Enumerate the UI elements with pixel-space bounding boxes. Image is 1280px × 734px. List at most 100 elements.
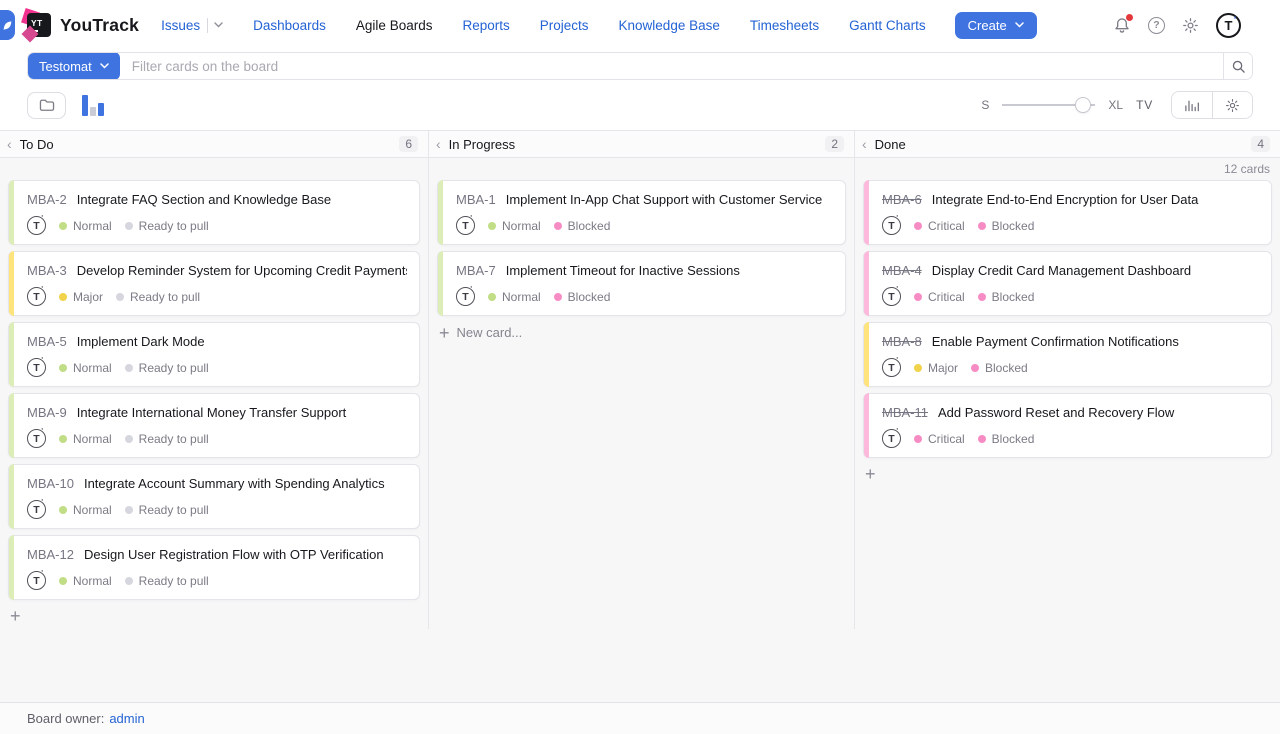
assignee-avatar: T [882,429,901,448]
board-card[interactable]: MBA-1 Implement In-App Chat Support with… [437,180,846,245]
tv-mode-button[interactable]: TV [1136,98,1153,112]
settings-button[interactable] [1182,17,1199,34]
board-footer: Board owner: admin [0,702,1280,734]
nav-item-reports[interactable]: Reports [462,18,509,33]
card-id[interactable]: MBA-4 [882,263,922,278]
nav-item-dashboards[interactable]: Dashboards [253,18,326,33]
new-card-button[interactable]: + [10,609,28,623]
filter-field[interactable]: Testomat [27,52,1253,80]
state-dot [554,293,562,301]
board-settings-button[interactable] [1212,92,1252,118]
nav-item-issues[interactable]: Issues [161,18,200,33]
state-field[interactable]: Ready to pull [116,290,200,304]
board-card[interactable]: MBA-8 Enable Payment Confirmation Notifi… [863,322,1272,387]
state-field[interactable]: Ready to pull [125,219,209,233]
card-title: Integrate Account Summary with Spending … [84,476,385,491]
board-selector-button[interactable]: Testomat [28,52,120,80]
state-field[interactable]: Blocked [554,290,611,304]
card-id[interactable]: MBA-11 [882,405,928,420]
new-card-button[interactable]: + [865,467,883,481]
gear-icon [1225,98,1240,113]
board-card[interactable]: MBA-6 Integrate End-to-End Encryption fo… [863,180,1272,245]
priority-field[interactable]: Normal [59,432,112,446]
assignee-avatar: T [882,358,901,377]
nav-right-controls: ? T [1113,13,1280,38]
priority-field[interactable]: Normal [59,503,112,517]
youtrack-app: YT YouTrack Issues Dashboards Agile Boar… [0,0,1280,734]
card-id[interactable]: MBA-3 [27,263,67,278]
state-field[interactable]: Blocked [978,290,1035,304]
board-card[interactable]: MBA-9 Integrate International Money Tran… [8,393,420,458]
nav-item-knowledge-base[interactable]: Knowledge Base [619,18,720,33]
board-card[interactable]: MBA-7 Implement Timeout for Inactive Ses… [437,251,846,316]
priority-field[interactable]: Critical [914,219,965,233]
board-columns-icon[interactable] [80,92,108,119]
user-avatar[interactable]: T [1216,13,1241,38]
backlog-button[interactable] [27,92,66,119]
board-card[interactable]: MBA-5 Implement Dark Mode T Normal Ready… [8,322,420,387]
collapse-column-icon[interactable]: ‹ [862,137,867,151]
collapse-column-icon[interactable]: ‹ [436,137,441,151]
card-id[interactable]: MBA-5 [27,334,67,349]
card-id[interactable]: MBA-10 [27,476,74,491]
chevron-down-icon [1015,22,1024,28]
board-owner-link[interactable]: admin [109,711,144,726]
state-field[interactable]: Ready to pull [125,432,209,446]
chevron-down-icon[interactable] [214,22,223,28]
card-id[interactable]: MBA-7 [456,263,496,278]
board-card[interactable]: MBA-12 Design User Registration Flow wit… [8,535,420,600]
cards-total-label [429,158,854,180]
priority-field[interactable]: Normal [59,361,112,375]
priority-field[interactable]: Normal [59,219,112,233]
state-field[interactable]: Ready to pull [125,361,209,375]
nav-item-timesheets[interactable]: Timesheets [750,18,819,33]
card-id[interactable]: MBA-1 [456,192,496,207]
state-field[interactable]: Blocked [554,219,611,233]
board-card[interactable]: MBA-11 Add Password Reset and Recovery F… [863,393,1272,458]
priority-field[interactable]: Critical [914,290,965,304]
priority-field[interactable]: Normal [59,574,112,588]
board-card[interactable]: MBA-10 Integrate Account Summary with Sp… [8,464,420,529]
notifications-button[interactable] [1113,16,1131,35]
create-button[interactable]: Create [955,12,1037,39]
state-field[interactable]: Blocked [971,361,1028,375]
state-field[interactable]: Blocked [978,219,1035,233]
board-card[interactable]: MBA-4 Display Credit Card Management Das… [863,251,1272,316]
state-field[interactable]: Blocked [978,432,1035,446]
help-button[interactable]: ? [1148,17,1165,34]
new-card-button[interactable]: + New card... [439,325,522,340]
column-title: Done [875,137,906,152]
column-headers-row: ‹ To Do 6 ‹ In Progress 2 ‹ Done 4 [0,130,1280,158]
column-to-do: MBA-2 Integrate FAQ Section and Knowledg… [0,158,428,629]
state-field[interactable]: Ready to pull [125,574,209,588]
priority-field[interactable]: Normal [488,290,541,304]
collapse-column-icon[interactable]: ‹ [7,137,12,151]
search-button[interactable] [1223,53,1252,79]
card-id[interactable]: MBA-9 [27,405,67,420]
card-id[interactable]: MBA-8 [882,334,922,349]
nav-item-gantt-charts[interactable]: Gantt Charts [849,18,926,33]
board-card[interactable]: MBA-2 Integrate FAQ Section and Knowledg… [8,180,420,245]
slider-knob[interactable] [1075,97,1091,113]
priority-field[interactable]: Critical [914,432,965,446]
chart-view-button[interactable] [1172,92,1212,118]
priority-field[interactable]: Major [914,361,958,375]
nav-cell: Knowledge Base [619,18,720,33]
nav-item-projects[interactable]: Projects [540,18,589,33]
filter-input[interactable] [120,59,1223,74]
nav-item-agile-boards[interactable]: Agile Boards [356,18,433,33]
priority-field[interactable]: Major [59,290,103,304]
youtrack-logo-icon: YT [27,13,51,37]
state-field[interactable]: Ready to pull [125,503,209,517]
priority-field[interactable]: Normal [488,219,541,233]
card-id[interactable]: MBA-6 [882,192,922,207]
card-id[interactable]: MBA-12 [27,547,74,562]
card-id[interactable]: MBA-2 [27,192,67,207]
nav-cell: Reports [462,18,509,33]
board-card[interactable]: MBA-3 Develop Reminder System for Upcomi… [8,251,420,316]
helpdesk-quill-tab[interactable] [0,10,15,40]
youtrack-logo[interactable]: YT YouTrack [27,13,139,37]
card-size-slider[interactable] [1002,97,1095,113]
card-size-max-label: XL [1108,98,1123,112]
notification-dot [1126,14,1133,21]
